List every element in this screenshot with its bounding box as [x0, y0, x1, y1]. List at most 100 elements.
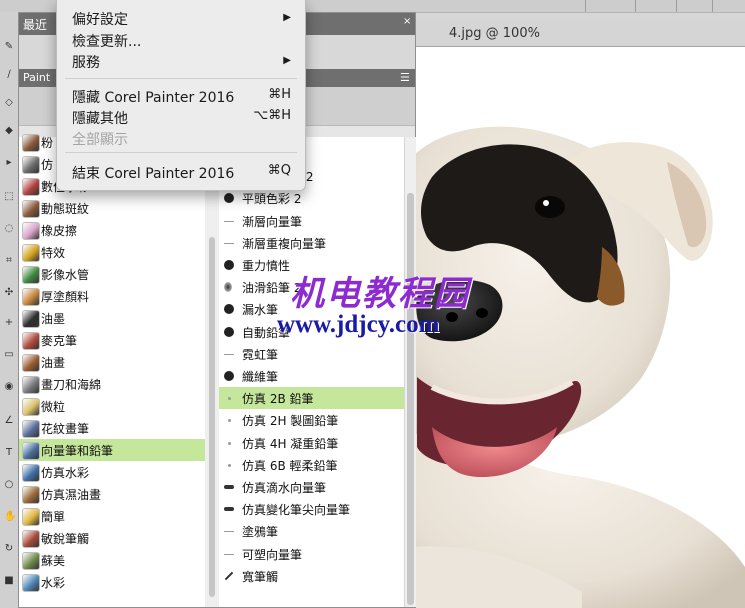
brush-variant-list: 筆速寫向量筆 2平頭色彩 2漸層向量筆漸層重複向量筆重力憤性油滑鉛筆 2漏水筆自…: [219, 137, 404, 607]
category-item[interactable]: 厚塗顏料: [19, 285, 205, 307]
brush-dab-icon: [224, 243, 234, 244]
pen-tool-icon[interactable]: ∠: [4, 416, 14, 426]
menu-item[interactable]: 隱藏其他 ⌥⌘H: [57, 106, 305, 128]
brush-category-icon: [22, 200, 40, 218]
category-item[interactable]: 花紋畫筆: [19, 417, 205, 439]
variant-item[interactable]: 纖維筆: [219, 365, 404, 387]
menu-item[interactable]: 檢查更新...: [57, 29, 305, 51]
brush-dab-icon: [224, 485, 234, 489]
variant-label: 漸層重複向量筆: [242, 237, 327, 251]
variant-item[interactable]: 寬筆觸: [219, 565, 404, 587]
variant-item[interactable]: 霓虹筆: [219, 343, 404, 365]
top-strip-divider: [585, 0, 586, 12]
eraser-tool-icon[interactable]: ◇: [4, 98, 14, 108]
brush-dab-icon: [224, 304, 234, 314]
category-item[interactable]: 畫刀和海綿: [19, 373, 205, 395]
variant-item[interactable]: 塗鴉筆: [219, 520, 404, 542]
category-item[interactable]: 蘇美: [19, 549, 205, 571]
move-tool-icon[interactable]: +: [4, 318, 14, 328]
category-item[interactable]: 水彩: [19, 571, 205, 593]
crop-tool-icon[interactable]: ⌗: [4, 256, 14, 266]
brush-category-icon: [22, 574, 40, 592]
magnifier-icon[interactable]: ○: [4, 480, 14, 490]
grabber-hand-icon[interactable]: ✋: [4, 512, 16, 522]
brush-tool-icon[interactable]: ✎: [4, 42, 14, 52]
variant-label: 寬筆觸: [242, 570, 279, 584]
menu-item[interactable]: 隱藏 Corel Painter 2016 ⌘H: [57, 85, 305, 107]
color-swatch-icon[interactable]: ■: [4, 576, 14, 586]
close-icon[interactable]: ×: [403, 17, 413, 27]
brush-category-icon: [22, 266, 40, 284]
variant-item[interactable]: 仿真變化筆尖向量筆: [219, 498, 404, 520]
menu-item[interactable]: 偏好設定 ▶: [57, 7, 305, 29]
app-menu-dropdown: 偏好設定 ▶ 檢查更新... 服務 ▶ 隱藏 Corel Painter 2016 ⌘H 隱藏…: [56, 0, 306, 191]
variant-label: 重力憤性: [242, 259, 291, 273]
category-label: 蘇美: [41, 554, 66, 568]
category-item[interactable]: 動態斑紋: [19, 197, 205, 219]
paint-bucket-icon[interactable]: ◉: [4, 382, 14, 392]
variant-scroll-thumb[interactable]: [407, 193, 414, 605]
category-item[interactable]: 橡皮擦: [19, 219, 205, 241]
category-item[interactable]: 敏銳筆觸: [19, 527, 205, 549]
text-tool-icon[interactable]: T: [4, 448, 14, 458]
category-item[interactable]: 油畫: [19, 351, 205, 373]
variant-scrollbar[interactable]: [404, 137, 416, 607]
brush-dab-icon: [224, 507, 234, 511]
category-label: 厚塗顏料: [41, 290, 90, 304]
category-scroll-thumb[interactable]: [209, 237, 215, 597]
category-item[interactable]: 仿真水彩: [19, 461, 205, 483]
brush-category-icon: [22, 376, 40, 394]
submenu-arrow-icon: ▶: [283, 12, 291, 23]
category-item[interactable]: 仿真濕油畫: [19, 483, 205, 505]
menu-item[interactable]: 結束 Corel Painter 2016 ⌘Q: [57, 161, 305, 183]
variant-item[interactable]: 仿真 6B 輕柔鉛筆: [219, 454, 404, 476]
category-item[interactable]: 麥克筆: [19, 329, 205, 351]
category-item[interactable]: 油墨: [19, 307, 205, 329]
category-scrollbar[interactable]: [205, 137, 220, 607]
menu-item[interactable]: 服務 ▶: [57, 50, 305, 72]
brush-dab-icon: [224, 282, 232, 292]
dog-photo: [412, 126, 745, 608]
variant-item[interactable]: 漸層重複向量筆: [219, 232, 404, 254]
variant-item[interactable]: 仿真 2H 製圖鉛筆: [219, 409, 404, 431]
category-label: 仿真水彩: [41, 466, 90, 480]
variant-item[interactable]: 仿真 2B 鉛筆: [219, 387, 404, 409]
variant-label: 漏水筆: [242, 303, 279, 317]
variant-label: 仿真 6B 輕柔鉛筆: [242, 459, 338, 473]
category-item[interactable]: 特效: [19, 241, 205, 263]
brush-category-icon: [22, 464, 40, 482]
variant-item[interactable]: 漸層向量筆: [219, 210, 404, 232]
document-tab-bar: 4.jpg @ 100%: [412, 22, 745, 47]
category-label: 水彩: [41, 576, 66, 590]
brush-category-icon: [22, 134, 40, 152]
lasso-tool-icon[interactable]: ◌: [4, 224, 14, 234]
menu-shortcut: ⌥⌘H: [253, 108, 291, 123]
menu-separator: [65, 78, 297, 79]
category-label: 橡皮擦: [41, 224, 78, 238]
document-tab[interactable]: 4.jpg @ 100%: [414, 22, 745, 46]
category-item[interactable]: 影像水管: [19, 263, 205, 285]
shape-tool-icon[interactable]: ▭: [4, 350, 14, 360]
brush-category-icon: [22, 310, 40, 328]
variant-label: 平頭色彩 2: [242, 192, 302, 206]
panel-menu-icon[interactable]: ☰: [400, 72, 412, 84]
panel-sub-title: Paint: [23, 71, 51, 84]
dropper-tool-icon[interactable]: ∕: [4, 70, 14, 80]
category-item[interactable]: 簡單: [19, 505, 205, 527]
rotate-page-icon[interactable]: ↻: [4, 544, 14, 554]
transform-tool-icon[interactable]: ✣: [4, 288, 14, 298]
rectangular-selection-icon[interactable]: ⬚: [4, 192, 14, 202]
variant-item[interactable]: 可塑向量筆: [219, 543, 404, 565]
layer-adjuster-tool-icon[interactable]: ◆: [4, 126, 14, 136]
category-label: 簡單: [41, 510, 66, 524]
brush-category-icon: [22, 508, 40, 526]
menu-item: 全部顯示: [57, 127, 305, 149]
variant-item[interactable]: 仿真 4H 凝重鉛筆: [219, 432, 404, 454]
category-label: 油畫: [41, 356, 66, 370]
document-canvas[interactable]: [412, 47, 745, 608]
variant-label: 纖維筆: [242, 370, 279, 384]
category-item[interactable]: 向量筆和鉛筆: [19, 439, 205, 461]
category-item[interactable]: 微粒: [19, 395, 205, 417]
variant-item[interactable]: 仿真滴水向量筆: [219, 476, 404, 498]
selection-arrow-icon[interactable]: ▸: [4, 158, 14, 168]
